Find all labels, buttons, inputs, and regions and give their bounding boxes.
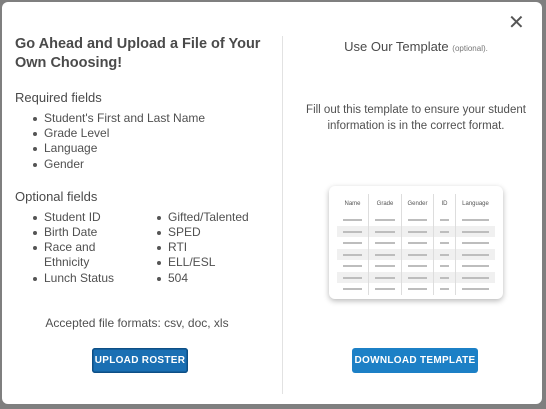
list-item: RTI <box>139 240 249 255</box>
divider <box>282 36 283 394</box>
template-row <box>337 214 495 226</box>
template-column-name: Name <box>337 194 369 214</box>
close-icon[interactable]: ✕ <box>508 13 525 33</box>
download-template-button[interactable]: DOWNLOAD TEMPLATE <box>352 348 478 373</box>
template-header: Name Grade Gender ID Language <box>337 194 495 214</box>
template-row <box>337 271 495 283</box>
optional-fields-col1: Student ID Birth Date Race and Ethnicity… <box>15 210 139 286</box>
template-column-id: ID <box>434 194 456 214</box>
upload-heading: Go Ahead and Upload a File of Your Own C… <box>15 36 261 71</box>
list-item: Birth Date <box>15 225 125 240</box>
list-item: 504 <box>139 271 249 286</box>
optional-fields-col2: Gifted/Talented SPED RTI ELL/ESL 504 <box>139 210 249 286</box>
template-title-text: Use Our Template <box>344 39 449 54</box>
list-item: Language <box>15 141 270 156</box>
template-row <box>337 248 495 260</box>
list-item: SPED <box>139 225 249 240</box>
template-column-language: Language <box>462 201 489 207</box>
template-optional-note: (optional). <box>452 44 488 53</box>
list-item: Race and Ethnicity <box>15 240 125 270</box>
template-row <box>337 225 495 237</box>
template-table: Name Grade Gender ID Language <box>337 194 495 295</box>
upload-panel: Go Ahead and Upload a File of Your Own C… <box>15 35 270 286</box>
list-item: Gender <box>15 157 270 172</box>
template-column-grade: Grade <box>369 194 402 214</box>
optional-fields-list: Student ID Birth Date Race and Ethnicity… <box>15 210 270 286</box>
template-row <box>337 283 495 295</box>
upload-roster-button[interactable]: UPLOAD ROSTER <box>92 348 188 373</box>
template-description: Fill out this template to ensure your st… <box>306 104 526 132</box>
template-row <box>337 260 495 272</box>
template-column-gender: Gender <box>402 194 434 214</box>
accepted-formats: Accepted file formats: csv, doc, xls <box>45 316 229 330</box>
optional-fields-title: Optional fields <box>15 188 98 204</box>
required-fields-list: Student's First and Last Name Grade Leve… <box>15 111 270 172</box>
list-item: Grade Level <box>15 126 270 141</box>
list-item: Student ID <box>15 210 125 225</box>
list-item: ELL/ESL <box>139 255 249 270</box>
list-item: Student's First and Last Name <box>15 111 270 126</box>
template-row <box>337 237 495 249</box>
list-item: Lunch Status <box>15 271 125 286</box>
template-title: Use Our Template (optional). <box>292 39 540 54</box>
required-fields-title: Required fields <box>15 90 102 105</box>
upload-dialog: ✕ Go Ahead and Upload a File of Your Own… <box>2 2 542 404</box>
list-item: Gifted/Talented <box>139 210 249 225</box>
template-preview: Name Grade Gender ID Language <box>329 186 503 299</box>
